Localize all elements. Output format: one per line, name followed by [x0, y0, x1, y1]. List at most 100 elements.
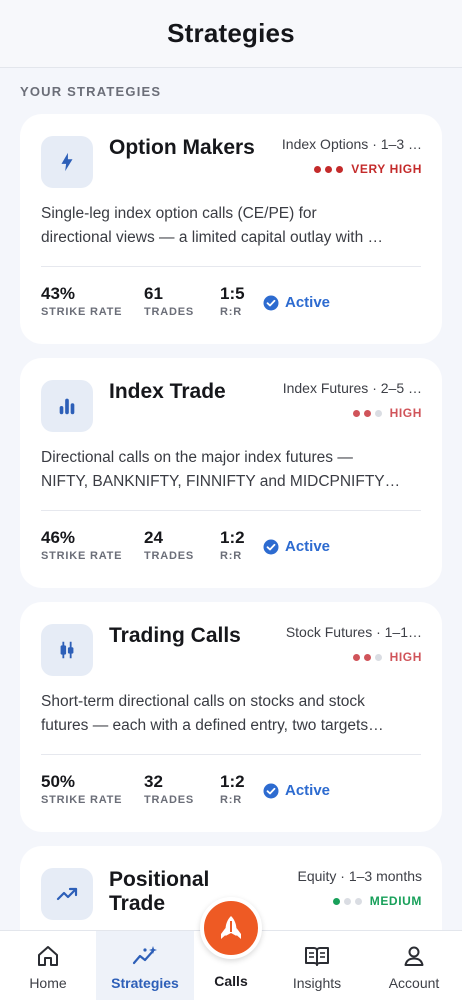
- risk-label: HIGH: [389, 650, 422, 664]
- risk-indicator: VERY HIGH: [314, 162, 422, 176]
- trades-stat: 32 TRADES: [144, 772, 194, 806]
- strike-rate-stat: 43% STRIKE RATE: [41, 284, 122, 318]
- trades-label: TRADES: [144, 306, 195, 318]
- risk-dot: [374, 409, 382, 417]
- nav-home[interactable]: Home: [0, 931, 96, 1000]
- rr-label: R:R: [220, 794, 242, 806]
- rr-stat: 1:2 R:R: [220, 528, 245, 562]
- status-label: Active: [285, 538, 331, 555]
- nav-label: Insights: [292, 975, 342, 991]
- strike-rate-value: 46%: [41, 528, 76, 547]
- check-circle-icon: [263, 783, 279, 798]
- risk-dot: [352, 409, 360, 417]
- check-circle-icon: [263, 539, 279, 554]
- risk-dot: [343, 897, 351, 905]
- strike-rate-value: 50%: [41, 772, 76, 791]
- risk-dot: [336, 165, 344, 173]
- strike-rate-value: 43%: [41, 284, 76, 303]
- user-icon: [402, 943, 426, 969]
- nav-account[interactable]: Account: [366, 931, 462, 1000]
- book-icon: [303, 943, 331, 969]
- risk-dot: [374, 653, 382, 661]
- nav-strategies[interactable]: Strategies: [96, 931, 194, 1000]
- calls-button[interactable]: [200, 897, 262, 959]
- status-badge: Active: [263, 782, 330, 799]
- strike-rate-label: STRIKE RATE: [41, 306, 123, 318]
- risk-dot: [352, 653, 360, 661]
- trades-value: 61: [144, 284, 163, 303]
- check-circle-icon: [263, 295, 279, 310]
- strategy-meta: Index Futures · 2–5 …: [282, 380, 422, 396]
- strategy-card-index-trade[interactable]: Index Trade Index Futures · 2–5 … HIGH D…: [20, 358, 442, 588]
- trades-stat: 24 TRADES: [144, 528, 194, 562]
- strategy-description: Directional calls on the major index fut…: [41, 446, 425, 494]
- description-line: futures — each with a defined entry, two…: [41, 717, 384, 734]
- card-divider: [41, 266, 421, 267]
- status-badge: Active: [263, 538, 330, 555]
- risk-dot: [363, 409, 371, 417]
- home-icon: [36, 943, 60, 969]
- risk-label: HIGH: [389, 406, 422, 420]
- description-line: Single-leg index option calls (CE/PE) fo…: [41, 205, 317, 222]
- risk-dot: [314, 165, 322, 173]
- strategy-description: Single-leg index option calls (CE/PE) fo…: [41, 202, 425, 250]
- strategies-icon: [131, 943, 159, 969]
- strike-rate-label: STRIKE RATE: [41, 550, 123, 562]
- risk-dot: [332, 897, 340, 905]
- risk-label: MEDIUM: [369, 894, 422, 908]
- strike-rate-label: STRIKE RATE: [41, 794, 123, 806]
- candlestick-icon: [41, 624, 93, 676]
- nav-label: Home: [29, 975, 67, 991]
- status-label: Active: [285, 782, 331, 799]
- status-label: Active: [285, 294, 331, 311]
- nav-insights[interactable]: Insights: [271, 931, 363, 1000]
- description-line: directional views — a limited capital ou…: [41, 229, 383, 246]
- rocket-icon: [221, 916, 241, 939]
- strategy-description: Short-term directional calls on stocks a…: [41, 690, 425, 738]
- trades-stat: 61 TRADES: [144, 284, 194, 318]
- risk-label: VERY HIGH: [351, 162, 422, 176]
- rr-label: R:R: [220, 550, 242, 562]
- page-title: Strategies: [167, 18, 295, 48]
- rr-value: 1:2: [220, 772, 245, 791]
- strike-rate-stat: 50% STRIKE RATE: [41, 772, 122, 806]
- rr-stat: 1:5 R:R: [220, 284, 245, 318]
- strategy-title: Option Makers: [109, 136, 255, 159]
- strategy-meta: Index Options · 1–3 …: [281, 136, 422, 152]
- bar-chart-icon: [41, 380, 93, 432]
- strategy-card-option-makers[interactable]: Option Makers Index Options · 1–3 … VERY…: [20, 114, 442, 344]
- strategy-title: Trading Calls: [109, 624, 241, 647]
- risk-indicator: HIGH: [352, 406, 422, 420]
- strategy-meta: Equity · 1–3 months: [297, 868, 422, 884]
- rr-value: 1:2: [220, 528, 245, 547]
- trend-up-icon: [41, 868, 93, 920]
- description-line: Directional calls on the major index fut…: [41, 449, 353, 466]
- description-line: Short-term directional calls on stocks a…: [41, 693, 365, 710]
- rr-label: R:R: [220, 306, 242, 318]
- description-line: NIFTY, BANKNIFTY, FINNIFTY and MIDCPNIFT…: [41, 473, 401, 490]
- trades-label: TRADES: [144, 550, 195, 562]
- section-label: YOUR STRATEGIES: [20, 84, 162, 99]
- risk-dot: [354, 897, 362, 905]
- nav-label: Strategies: [111, 975, 179, 991]
- strategy-card-trading-calls[interactable]: Trading Calls Stock Futures · 1–1… HIGH …: [20, 602, 442, 832]
- trades-value: 24: [144, 528, 163, 547]
- strategy-title: Index Trade: [109, 380, 226, 403]
- trades-value: 32: [144, 772, 163, 791]
- risk-dot: [325, 165, 333, 173]
- lightning-icon: [41, 136, 93, 188]
- status-badge: Active: [263, 294, 330, 311]
- rr-stat: 1:2 R:R: [220, 772, 245, 806]
- strategy-meta: Stock Futures · 1–1…: [285, 624, 422, 640]
- risk-indicator: HIGH: [352, 650, 422, 664]
- nav-label: Account: [388, 975, 440, 991]
- card-divider: [41, 510, 421, 511]
- card-divider: [41, 754, 421, 755]
- trades-label: TRADES: [144, 794, 195, 806]
- nav-label-calls: Calls: [214, 973, 248, 989]
- risk-dot: [363, 653, 371, 661]
- strike-rate-stat: 46% STRIKE RATE: [41, 528, 122, 562]
- app-header: Strategies: [0, 0, 462, 68]
- rr-value: 1:5: [220, 284, 245, 303]
- risk-indicator: MEDIUM: [332, 894, 422, 908]
